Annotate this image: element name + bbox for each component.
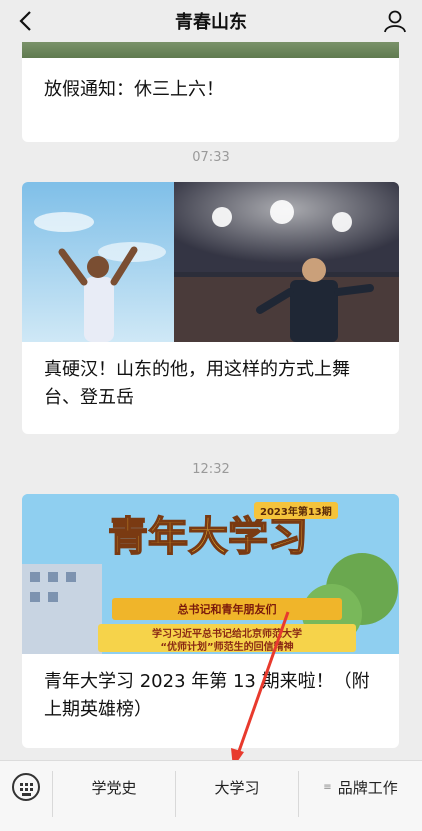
person-icon[interactable] [382, 8, 408, 34]
page-title: 青春山东 [175, 12, 247, 33]
article-card-youth-study[interactable]: 青年大学习 2023年第13期 总书记和青年朋友们 学习习近平总书记给北京师范大… [22, 494, 399, 748]
menu-item-label: 学党史 [91, 778, 137, 797]
article-cover-image: 青年大学习 2023年第13期 总书记和青年朋友们 学习习近平总书记给北京师范大… [22, 494, 399, 654]
timestamp: 12:32 [192, 462, 230, 477]
message-feed: 放假通知：休三上六！ 07:33 真硬汉！山东的他，用这样的方式上舞台、登五岳 … [0, 0, 422, 760]
cover-photo-collage [22, 182, 399, 342]
menu-item-label: 大学习 [214, 778, 260, 797]
cover-line2: “优师计划”师范生的回信精神 [160, 642, 294, 653]
menu-item-youth-study[interactable]: 大学习 [176, 761, 298, 813]
menu-item-label: 品牌工作 [337, 778, 398, 797]
article-card-hardman[interactable]: 真硬汉！山东的他，用这样的方式上舞台、登五岳 [22, 182, 399, 434]
menu-lines-icon: ≡ [323, 781, 332, 793]
timestamp: 07:33 [192, 150, 230, 165]
menu-item-brand-work[interactable]: ≡ 品牌工作 [299, 761, 422, 813]
article-title: 放假通知：休三上六！ [44, 79, 224, 100]
cover-ribbon-text: 总书记和青年朋友们 [177, 603, 277, 616]
article-cover-image [22, 182, 399, 342]
top-bar: 青春山东 [0, 0, 422, 42]
chevron-left-icon[interactable] [12, 6, 38, 36]
article-title: 真硬汉！山东的他，用这样的方式上舞台、登五岳 [44, 359, 350, 408]
menu-item-party-history[interactable]: 学党史 [53, 761, 175, 813]
keyboard-icon[interactable] [12, 773, 40, 801]
article-title: 青年大学习 2023 年第 13 期来啦！（附上期英雄榜） [44, 671, 370, 720]
cover-issue-badge: 2023年第13期 [254, 502, 338, 519]
custom-menu-bar: 学党史 大学习 ≡ 品牌工作 [0, 760, 422, 831]
